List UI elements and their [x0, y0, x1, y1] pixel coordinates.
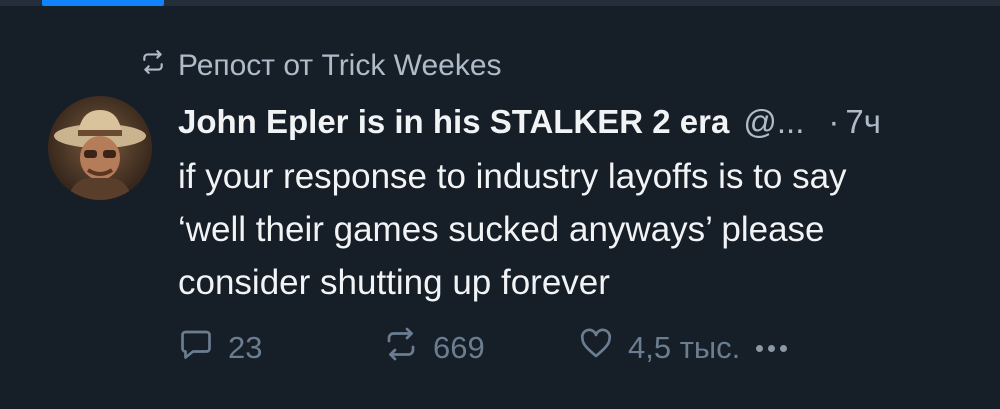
repost-count: 669 [433, 330, 485, 365]
author-name[interactable]: John Epler is in his STALKER 2 era [178, 98, 729, 146]
like-count: 4,5 тыс. [628, 330, 741, 365]
post-text-line: consider shutting up forever [178, 263, 610, 302]
more-options-icon[interactable] [756, 344, 788, 352]
post-text-line: if your response to industry layoffs is … [178, 157, 847, 196]
author-handle[interactable]: @... [743, 98, 804, 146]
post-header: John Epler is in his STALKER 2 era @... … [178, 98, 978, 146]
like-button[interactable]: 4,5 тыс. [578, 326, 740, 370]
repost-icon [140, 49, 166, 83]
active-tab-indicator [42, 0, 164, 6]
avatar[interactable] [48, 96, 152, 200]
repost-button[interactable]: 669 [383, 326, 578, 370]
reply-icon [178, 326, 214, 370]
post-text-line: ‘well their games sucked anyways’ please [178, 210, 825, 249]
repost-label: Репост от Trick Weekes [178, 49, 502, 82]
post-time[interactable]: 7ч [845, 98, 881, 146]
post-actions: 23 669 4,5 тыс. [178, 326, 788, 370]
repost-icon [383, 326, 419, 370]
post[interactable]: John Epler is in his STALKER 2 era @... … [178, 98, 978, 309]
heart-icon [578, 326, 614, 370]
post-text: if your response to industry layoffs is … [178, 150, 978, 309]
repost-context[interactable]: Репост от Trick Weekes [140, 48, 502, 84]
reply-button[interactable]: 23 [178, 326, 383, 370]
separator-dot: · [828, 103, 840, 140]
reply-count: 23 [228, 330, 263, 365]
